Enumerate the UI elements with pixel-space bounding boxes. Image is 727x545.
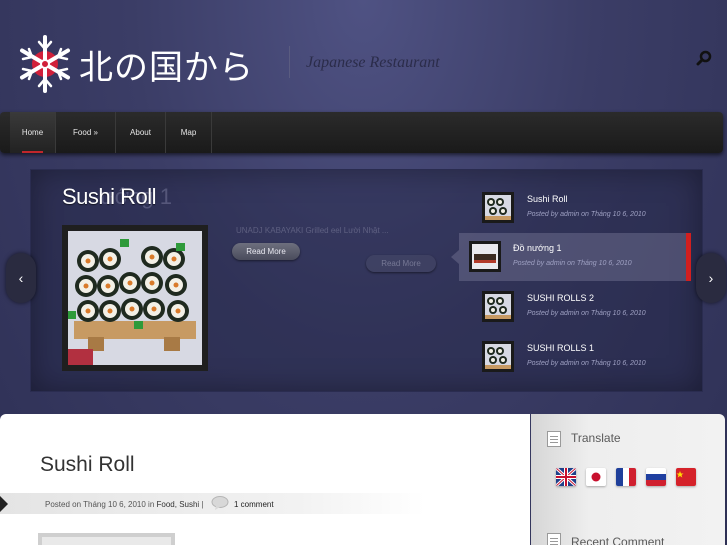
site-tagline: Japanese Restaurant	[306, 54, 440, 71]
post-meta-arrow-icon	[0, 496, 8, 512]
slider-thumb[interactable]: SUSHI ROLLS 2 Posted by admin on Tháng 1…	[467, 283, 692, 331]
post-date: Posted on Tháng 10 6, 2010 in	[45, 500, 155, 509]
nav-item-about[interactable]: About	[116, 112, 166, 153]
document-icon	[547, 533, 561, 545]
translate-widget-title: Translate	[571, 431, 621, 445]
site-logo[interactable]: 北の国から	[15, 34, 254, 94]
slider-thumb[interactable]: SUSHI ROLLS 1 Posted by admin on Tháng 1…	[467, 333, 692, 381]
comment-bubble-icon[interactable]	[211, 496, 229, 510]
slider-thumb-active[interactable]: Đồ nướng 1 Posted by admin on Tháng 10 6…	[451, 233, 691, 281]
meta-separator: |	[201, 500, 204, 509]
sushi-image-icon	[68, 231, 202, 365]
slider-prev-button[interactable]: ‹	[6, 253, 36, 303]
post-title[interactable]: Sushi Roll	[40, 453, 135, 477]
header-divider	[289, 46, 290, 78]
slider-next-button[interactable]: ›	[696, 253, 726, 303]
thumb-image	[482, 291, 514, 322]
thumb-title: SUSHI ROLLS 1	[527, 343, 595, 353]
russia-flag-icon[interactable]	[646, 468, 666, 486]
thumb-meta: Posted by admin on Tháng 10 6, 2010	[527, 310, 646, 317]
nav-item-home[interactable]: Home	[10, 112, 56, 153]
post-meta: Posted on Tháng 10 6, 2010 in Food, Sush…	[45, 500, 204, 509]
thumb-title: Đồ nướng 1	[513, 243, 562, 253]
thumb-meta: Posted by admin on Tháng 10 6, 2010	[527, 360, 646, 367]
recent-comments-widget-title: Recent Comment	[571, 535, 665, 545]
main-content	[0, 414, 530, 545]
post-thumbnail[interactable]	[38, 533, 175, 545]
read-more-button-ghost: Read More	[366, 255, 436, 272]
thumb-image	[469, 241, 501, 272]
thumb-meta: Posted by admin on Tháng 10 6, 2010	[527, 211, 646, 218]
slide-image[interactable]	[62, 225, 208, 371]
thumb-meta: Posted by admin on Tháng 10 6, 2010	[513, 260, 632, 267]
nav-item-map[interactable]: Map	[166, 112, 212, 153]
main-nav: Home Food » About Map	[0, 112, 723, 153]
post-categories[interactable]: Food, Sushi	[157, 500, 200, 509]
snowflake-logo-icon	[20, 35, 70, 93]
comment-count-link[interactable]: 1 comment	[234, 500, 274, 509]
sushi-roll-photo	[68, 231, 202, 365]
document-icon	[547, 431, 561, 447]
search-icon[interactable]	[696, 50, 712, 66]
france-flag-icon[interactable]	[616, 468, 636, 486]
read-more-button[interactable]: Read More	[232, 243, 300, 260]
slide-excerpt: UNADJ KABAYAKI Grilled eel Lười Nhật ...	[236, 226, 389, 235]
thumb-image	[482, 341, 514, 372]
china-flag-icon[interactable]	[676, 468, 696, 486]
slide-title[interactable]: Sushi Roll	[62, 184, 157, 210]
site-title: 北の国から	[79, 47, 254, 88]
thumb-image	[482, 192, 514, 223]
page: 北の国から Japanese Restaurant Home Food » Ab…	[0, 0, 727, 545]
nav-item-food[interactable]: Food »	[56, 112, 116, 153]
japan-flag-icon[interactable]	[586, 468, 606, 486]
slider-thumb[interactable]: Sushi Roll Posted by admin on Tháng 10 6…	[467, 184, 692, 232]
uk-flag-icon[interactable]	[556, 468, 576, 486]
thumb-title: Sushi Roll	[527, 194, 568, 204]
thumb-title: SUSHI ROLLS 2	[527, 293, 595, 303]
